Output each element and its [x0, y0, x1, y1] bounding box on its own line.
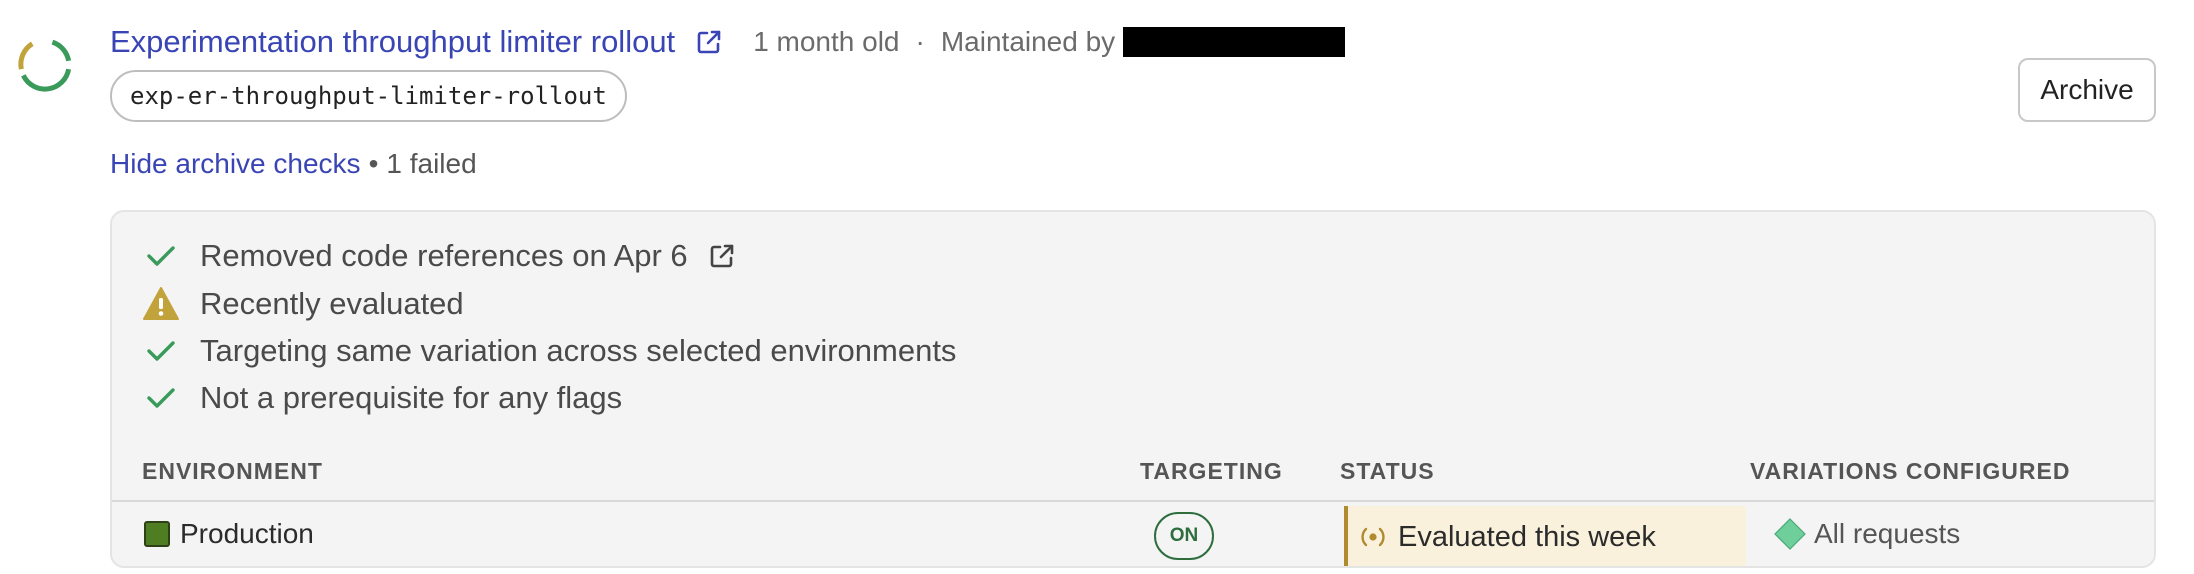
evaluation-status-text: Evaluated this week — [1398, 520, 1656, 553]
variations-cell: All requests — [1772, 514, 1960, 554]
targeting-on-badge: ON — [1154, 512, 1214, 560]
archive-check-item: Targeting same variation across selected… — [142, 329, 956, 373]
flag-title-link[interactable]: Experimentation throughput limiter rollo… — [110, 24, 675, 60]
maintainer-redacted — [1123, 27, 1346, 57]
archive-checks-summary: Hide archive checks • 1 failed — [110, 146, 477, 182]
checkmark-icon — [142, 379, 180, 417]
variations-text: All requests — [1814, 518, 1961, 549]
external-link-icon[interactable] — [706, 240, 738, 272]
archive-button[interactable]: Archive — [2018, 58, 2156, 122]
external-link-icon[interactable] — [693, 26, 725, 58]
flag-age: 1 month old — [753, 26, 900, 57]
check-label: Removed code references on Apr 6 — [200, 238, 688, 273]
column-header-status: STATUS — [1340, 458, 1435, 484]
evaluation-signal-icon — [1358, 522, 1388, 552]
check-label: Targeting same variation across selected… — [200, 333, 957, 368]
environment-cell: Production — [144, 514, 314, 554]
checkmark-icon — [142, 237, 180, 275]
column-header-environment: ENVIRONMENT — [142, 458, 323, 484]
summary-separator: • — [368, 148, 379, 179]
table-divider — [112, 500, 2154, 502]
warning-icon — [142, 285, 180, 323]
evaluation-status-cell: Evaluated this week — [1344, 506, 1746, 566]
check-label: Not a prerequisite for any flags — [200, 380, 623, 415]
column-header-variations: VARIATIONS CONFIGURED — [1750, 458, 2071, 484]
archive-check-item: Recently evaluated — [142, 282, 464, 326]
column-header-targeting: TARGETING — [1140, 458, 1283, 484]
environment-name: Production — [180, 518, 314, 549]
check-label: Recently evaluated — [200, 286, 464, 321]
meta-separator: · — [915, 26, 925, 57]
flag-header: Experimentation throughput limiter rollo… — [110, 20, 1346, 64]
flag-lifecycle-ring-icon — [16, 36, 74, 94]
environment-color-swatch — [144, 521, 170, 547]
checkmark-icon — [142, 332, 180, 370]
archive-check-item: Removed code references on Apr 6 — [142, 234, 738, 278]
hide-archive-checks-link[interactable]: Hide archive checks — [110, 148, 361, 180]
variation-diamond-icon — [1772, 516, 1808, 552]
archive-checks-panel: Removed code references on Apr 6 Recentl… — [110, 210, 2156, 568]
failed-checks-count: 1 failed — [386, 148, 477, 179]
maintainer-label: Maintained by — [940, 26, 1116, 57]
flag-key-pill[interactable]: exp-er-throughput-limiter-rollout — [110, 70, 627, 122]
archive-check-item: Not a prerequisite for any flags — [142, 376, 622, 420]
